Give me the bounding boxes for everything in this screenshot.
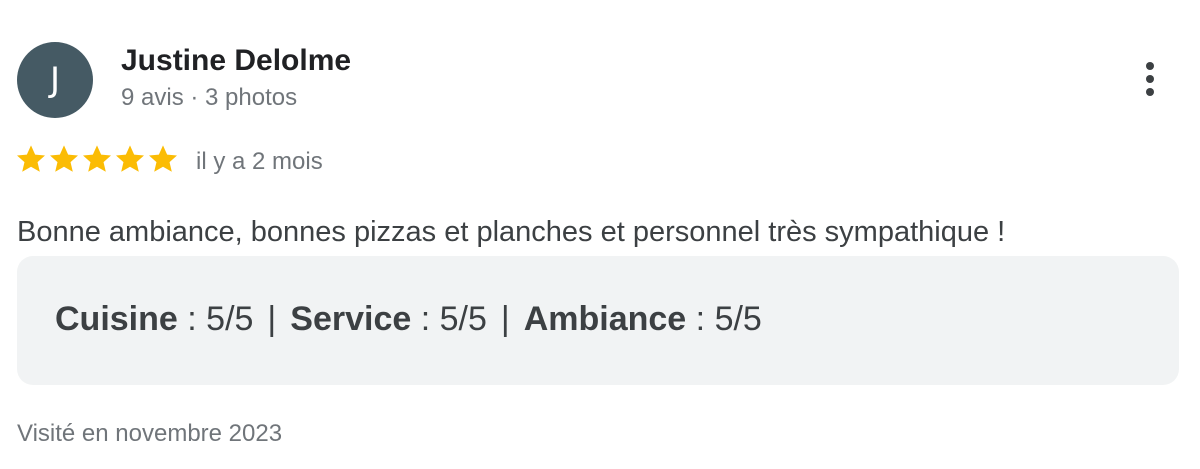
star-icon xyxy=(50,145,78,172)
sub-ratings-line: Cuisine : 5/5 | Service : 5/5 | Ambiance : 5… xyxy=(55,300,762,339)
review-date: il y a 2 mois xyxy=(196,148,323,175)
more-vert-icon xyxy=(1146,62,1154,70)
more-options-button[interactable] xyxy=(1130,56,1170,102)
sub-rating-label-service: Service xyxy=(290,300,412,338)
sub-rating-colon: : xyxy=(686,300,715,338)
sub-rating-colon: : xyxy=(177,300,207,338)
sub-rating-label-ambiance: Ambiance xyxy=(523,300,687,338)
separator: | xyxy=(500,300,510,338)
review-text: Bonne ambiance, bonnes pizzas et planche… xyxy=(17,216,1006,248)
sub-rating-value-ambiance: 5/5 xyxy=(714,300,762,338)
sub-rating-colon: : xyxy=(411,300,440,338)
reviewer-meta[interactable]: 9 avis · 3 photos xyxy=(121,84,297,112)
reviewer-name[interactable]: Justine Delolme xyxy=(121,44,351,78)
visit-date: Visité en novembre 2023 xyxy=(17,420,283,447)
more-vert-icon-dot xyxy=(1146,75,1154,83)
star-icon xyxy=(116,145,144,172)
sub-rating-value-cuisine: 5/5 xyxy=(206,300,254,338)
star-rating xyxy=(15,143,179,175)
star-icon xyxy=(149,145,177,172)
separator: | xyxy=(267,300,277,338)
sub-rating-value-service: 5/5 xyxy=(439,300,487,338)
star-icon xyxy=(17,145,45,172)
avatar[interactable]: J xyxy=(17,42,93,118)
avatar-initial: J xyxy=(49,60,61,100)
more-vert-icon-dot xyxy=(1146,88,1154,96)
sub-ratings-panel: Cuisine : 5/5 | Service : 5/5 | Ambiance : 5… xyxy=(17,256,1179,385)
star-icon xyxy=(83,145,111,172)
sub-rating-label-cuisine: Cuisine xyxy=(55,300,178,338)
